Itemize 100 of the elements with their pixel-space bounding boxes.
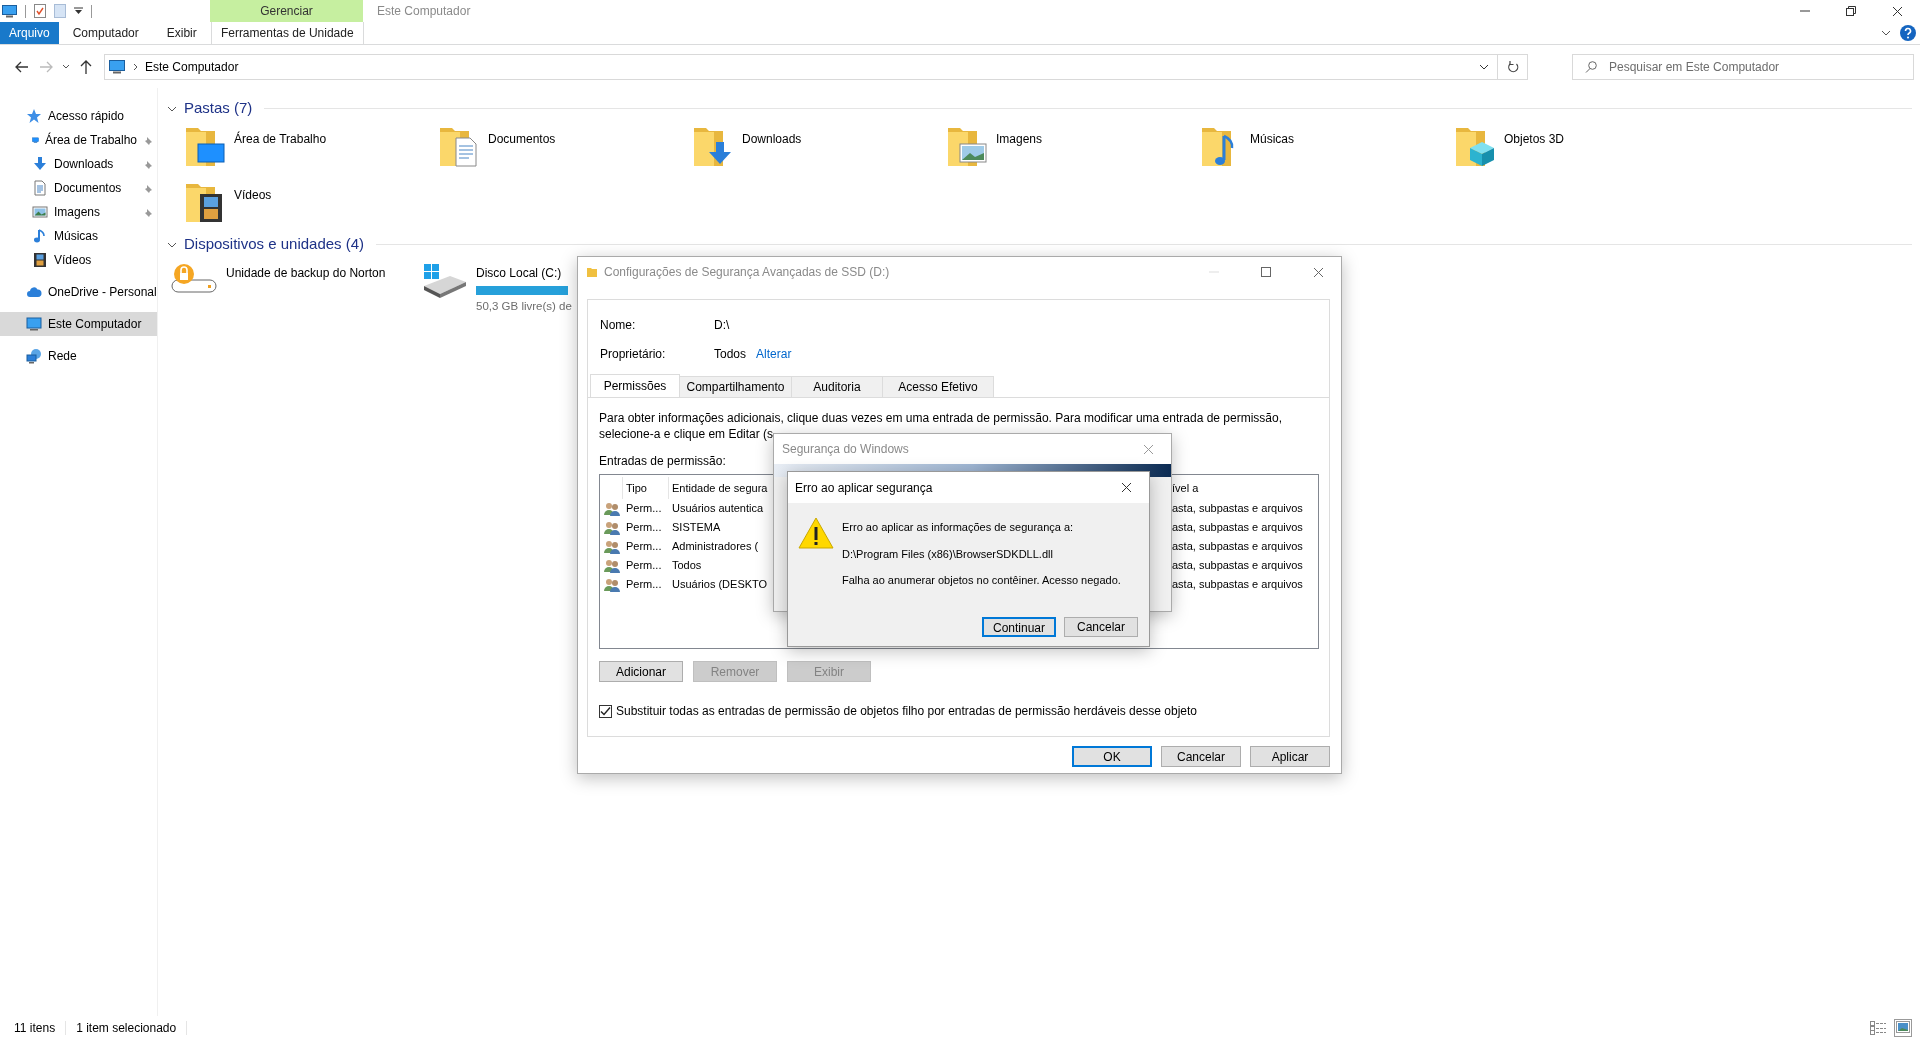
restore-icon [1846,6,1856,16]
dialog-button[interactable]: Adicionar [599,661,683,682]
column-header[interactable]: Entidade de segura [672,479,768,497]
field-label: Nome: [600,316,637,334]
help-icon [1900,25,1916,41]
dialog-button[interactable]: OK [1072,746,1152,767]
search-field[interactable]: Pesquisar em Este Computador [1607,56,1913,77]
close-icon [1120,482,1132,493]
address-path: Este Computador [144,58,240,76]
folder-name[interactable]: Downloads [742,124,802,176]
error-message: D:\Program Files (x86)\BrowserSDKDLL.dll [842,546,1054,562]
table-cell-text: asta, subpastas e arquivos [1171,520,1304,536]
tab[interactable]: Permissões [590,374,680,397]
folder-name[interactable]: Músicas [1250,124,1294,176]
table-cell-text: Todos [671,558,703,574]
entries-label: Entradas de permissão: [599,454,726,468]
document-icon [32,180,48,196]
dialog-button[interactable]: Aplicar [1250,746,1330,767]
checklist-icon [34,4,46,18]
chevron-icon [1479,64,1489,71]
drive-name[interactable]: Disco Local (C:) [476,264,572,282]
address-bar[interactable]: Este Computador [104,53,1528,80]
ribbon-tab[interactable]: Arquivo [0,22,59,44]
sidebar-item[interactable]: Este Computador [0,312,157,336]
dialog-button[interactable]: Cancelar [1161,746,1241,767]
folder-name[interactable]: Área de Trabalho [234,124,327,176]
table-cell-text: asta, subpastas e arquivos [1171,501,1304,517]
table-cell-text: Administradores ( [671,539,760,555]
maximize-icon [1261,267,1271,277]
sidebar-item[interactable]: Vídeos [0,248,157,272]
table-cell-text: Usuários autentica [671,501,765,517]
users-icon [604,502,620,517]
table-cell-text: asta, subpastas e arquivos [1171,539,1304,555]
change-link[interactable]: Alterar [756,344,792,363]
field-value: Todos [714,345,747,363]
dialog-button[interactable]: Continuar [982,617,1056,637]
network-icon [26,348,42,364]
refresh-icon [1506,60,1519,73]
table-cell-text: Usuários (DESKTO [671,577,769,593]
users-icon [604,559,620,574]
star-icon [26,108,42,124]
dialog-button[interactable]: Cancelar [1064,617,1138,637]
pin-icon [143,159,153,170]
column-header[interactable]: ível a [1172,479,1199,497]
pin-icon [143,135,153,146]
drive-name[interactable]: Unidade de backup do Norton [226,264,386,282]
table-cell-text: Perm... [625,577,663,593]
info-text: selecione-a e clique em Editar (s [599,426,775,442]
folder-icon [586,266,598,278]
monitor-icon [2,4,17,18]
forward-arrow-icon [39,60,53,73]
dialog-title: Erro ao aplicar segurança [795,479,934,497]
folder-name[interactable]: Vídeos [234,180,272,232]
details-view-icon [1870,1021,1886,1035]
users-icon [604,540,620,555]
up-arrow-icon [80,59,92,74]
ribbon-tab[interactable]: Computador [58,22,153,44]
checkbox-label: Substituir todas as entradas de permissão de objetos filho por entradas de permissão herdáveis desse objeto [616,703,1197,720]
page-icon [54,4,66,18]
table-cell-text: Perm... [625,520,663,536]
table-cell-text: Perm... [625,501,663,517]
sidebar-item[interactable]: Rede [0,344,157,368]
table-cell-text: Perm... [625,558,663,574]
error-message: Falha ao anumerar objetos no contêiner. Acesso negado. [842,573,1121,588]
search-box[interactable]: Pesquisar em Este Computador [1572,53,1914,80]
section-title[interactable]: Pastas (7) [184,96,253,120]
table-cell-text: Perm... [625,539,663,555]
view-button[interactable] [1894,1019,1912,1037]
ribbon-tab[interactable]: Exibir [152,22,211,44]
table-cell-text: SISTEMA [671,520,722,536]
monitor-icon [26,316,42,332]
caret-icon [74,7,83,15]
info-text: Para obter informações adicionais, clique duas vezes em uma entrada de permissão. Para modificar uma entrada de permissão, [599,410,1283,426]
tab[interactable]: Compartilhamento [679,376,792,397]
checkbox[interactable] [599,704,612,718]
users-icon [604,521,620,536]
warning-icon [798,517,834,549]
section-title[interactable]: Dispositivos e unidades (4) [184,232,365,256]
sidebar-item[interactable]: Músicas [0,224,157,248]
sidebar-item[interactable]: OneDrive - Personal [0,280,157,304]
tab[interactable]: Auditoria [791,376,883,397]
table-cell-text: asta, subpastas e arquivos [1171,558,1304,574]
free-space-text: 50,3 GB livre(s) de [476,299,572,314]
sidebar-item[interactable]: Downloads [0,152,157,176]
folder-name[interactable]: Objetos 3D [1504,124,1565,176]
view-button[interactable] [1868,1019,1888,1037]
sidebar-item[interactable]: Acesso rápido [0,104,157,128]
sidebar-item[interactable]: Documentos [0,176,157,200]
column-header[interactable]: Tipo [626,479,647,497]
sidebar-item[interactable]: Área de Trabalho [0,128,157,152]
close-icon [1142,443,1154,455]
sidebar-item[interactable]: Imagens [0,200,157,224]
folder-name[interactable]: Imagens [996,124,1043,176]
ribbon-tab[interactable]: Ferramentas de Unidade [210,22,364,44]
folder-name[interactable]: Documentos [488,124,556,176]
tab[interactable]: Acesso Efetivo [882,376,994,397]
search-icon [1585,60,1597,73]
dialog-title: Segurança do Windows [782,441,910,458]
selection-count: 1 item selecionado [76,1020,177,1037]
item-count: 11 itens [14,1020,56,1037]
